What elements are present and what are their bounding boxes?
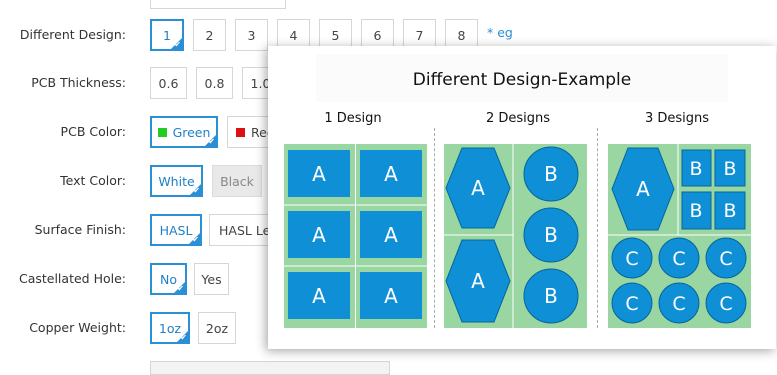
panel-2-designs: A B B A B bbox=[444, 144, 587, 328]
text-color-option-white[interactable]: White ✔ bbox=[150, 165, 203, 197]
tile-letter: A bbox=[384, 162, 398, 186]
tile-letter: B bbox=[544, 284, 558, 308]
column-label-3-designs: 3 Designs bbox=[644, 111, 710, 126]
check-icon: ✔ bbox=[177, 284, 184, 293]
text-color-white-text: White bbox=[158, 173, 195, 189]
panel-3-designs: A B B B B C C C C C C bbox=[608, 144, 751, 328]
panel-1-design: A A A A A A bbox=[284, 144, 427, 328]
surface-finish-label: Surface Finish: bbox=[34, 222, 126, 237]
partial-field-top bbox=[150, 0, 286, 9]
thickness-option-0.8[interactable]: 0.8 bbox=[196, 67, 233, 99]
tile-letter: A bbox=[312, 284, 326, 308]
copper-option-1oz-text: 1oz bbox=[158, 320, 182, 336]
surface-option-hasl-text: HASL bbox=[159, 222, 193, 238]
copper-option-1oz[interactable]: 1oz ✔ bbox=[150, 312, 190, 344]
tile-letter: A bbox=[471, 269, 485, 293]
castellated-option-yes[interactable]: Yes bbox=[194, 263, 229, 295]
red-swatch-icon bbox=[236, 127, 245, 137]
copper-weight-label: Copper Weight: bbox=[29, 320, 126, 335]
tile-letter: B bbox=[723, 158, 736, 180]
tile-letter: C bbox=[672, 248, 685, 270]
castellated-option-no-text: No bbox=[160, 271, 177, 287]
check-icon: ✔ bbox=[180, 333, 187, 342]
column-label-1-design: 1 Design bbox=[324, 111, 382, 126]
castellated-option-no[interactable]: No ✔ bbox=[150, 263, 187, 295]
color-option-green[interactable]: Green ✔ bbox=[150, 116, 218, 148]
check-icon: ✔ bbox=[193, 186, 200, 195]
tile-letter: C bbox=[625, 293, 638, 315]
design-option-2[interactable]: 2 bbox=[193, 19, 226, 51]
design-example-popup: Different Design-Example 1 Design 2 Desi… bbox=[268, 46, 776, 349]
copper-option-2oz[interactable]: 2oz bbox=[198, 312, 236, 344]
tile-letter: A bbox=[312, 162, 326, 186]
design-option-1-text: 1 bbox=[163, 27, 171, 43]
tile-letter: A bbox=[471, 176, 485, 200]
green-swatch-icon bbox=[157, 127, 167, 137]
thickness-option-0.6[interactable]: 0.6 bbox=[150, 67, 187, 99]
color-option-green-text: Green bbox=[172, 124, 211, 140]
castellated-hole-label: Castellated Hole: bbox=[18, 271, 126, 286]
tile-letter: A bbox=[636, 177, 650, 201]
text-color-label: Text Color: bbox=[60, 173, 126, 188]
text-color-option-black[interactable]: Black bbox=[212, 165, 262, 197]
tile-letter: C bbox=[625, 248, 638, 270]
column-divider bbox=[597, 128, 598, 328]
surface-option-hasl[interactable]: HASL ✔ bbox=[150, 214, 202, 246]
pcb-color-label: PCB Color: bbox=[60, 124, 126, 139]
partial-field-bottom bbox=[150, 361, 390, 375]
check-icon: ✔ bbox=[208, 137, 215, 146]
column-divider bbox=[434, 128, 435, 328]
check-icon: ✔ bbox=[192, 235, 199, 244]
tile-letter: B bbox=[689, 158, 702, 180]
different-design-label: Different Design: bbox=[19, 27, 126, 42]
tile-letter: B bbox=[723, 200, 736, 222]
tile-letter: A bbox=[384, 284, 398, 308]
popup-title: Different Design-Example bbox=[412, 70, 632, 90]
design-option-1[interactable]: 1 ✔ bbox=[150, 19, 184, 51]
design-option-3[interactable]: 3 bbox=[235, 19, 268, 51]
panel-3-designs-drawing: A B B B B C C C C C C bbox=[608, 144, 751, 324]
pcb-thickness-label: PCB Thickness: bbox=[31, 75, 126, 90]
panel-1-design-drawing: A A A A A A bbox=[284, 144, 427, 328]
tile-letter: A bbox=[384, 223, 398, 247]
tile-letter: B bbox=[544, 223, 558, 247]
example-link[interactable]: * eg bbox=[487, 25, 513, 40]
tile-letter: C bbox=[719, 293, 732, 315]
tile-letter: B bbox=[689, 200, 702, 222]
tile-letter: C bbox=[719, 248, 732, 270]
check-icon: ✔ bbox=[174, 40, 181, 49]
panel-2-designs-drawing: A B B A B bbox=[444, 144, 579, 328]
tile-letter: B bbox=[544, 162, 558, 186]
column-label-2-designs: 2 Designs bbox=[485, 111, 551, 126]
tile-letter: A bbox=[312, 223, 326, 247]
tile-letter: C bbox=[672, 293, 685, 315]
